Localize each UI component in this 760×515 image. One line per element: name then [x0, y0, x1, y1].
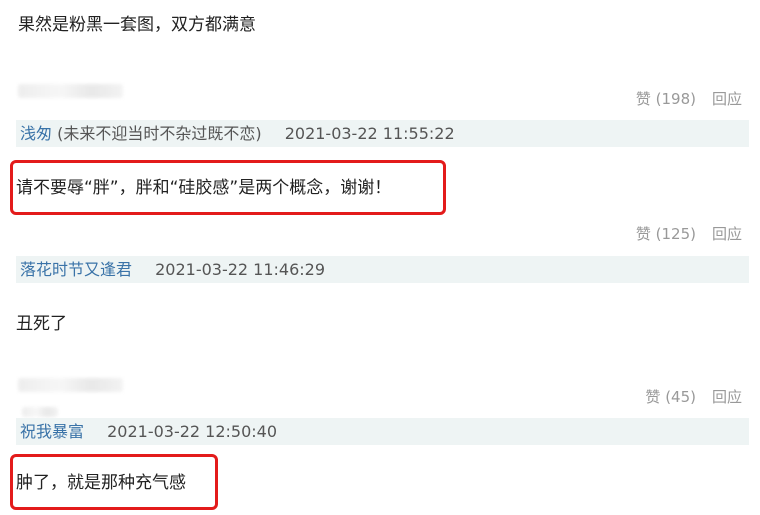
comment-2-timestamp: 2021-03-22 11:46:29 [155, 260, 326, 279]
comment-1-username-suffix: (未来不迎当时不杂过既不恋) [57, 124, 262, 143]
comment-2-user-bar: 落花时节又逢君 2021-03-22 11:46:29 [16, 256, 749, 283]
comment-3-highlight-box [10, 454, 218, 510]
comment-1-username[interactable]: 浅匆 [20, 124, 52, 143]
blurred-username [18, 84, 123, 98]
comment-2-username[interactable]: 落花时节又逢君 [20, 260, 132, 279]
comment-1-timestamp: 2021-03-22 11:55:22 [284, 124, 455, 143]
blurred-avatar [22, 407, 58, 417]
reply-button[interactable]: 回应 [712, 90, 742, 108]
comment-3-username[interactable]: 祝我暴富 [20, 422, 84, 441]
comment-1-highlight-box [10, 160, 446, 215]
comment-3-user-bar: 祝我暴富 2021-03-22 12:50:40 [16, 418, 749, 445]
reply-button[interactable]: 回应 [712, 225, 742, 243]
top-comment-text: 果然是粉黑一套图，双方都满意 [18, 15, 256, 35]
comment-3-timestamp: 2021-03-22 12:50:40 [107, 422, 278, 441]
blurred-username [18, 378, 123, 392]
comment-1-user-bar: 浅匆 (未来不迎当时不杂过既不恋) 2021-03-22 11:55:22 [16, 120, 749, 147]
like-button[interactable]: 赞 (45) [645, 388, 696, 406]
like-button[interactable]: 赞 (198) [636, 90, 696, 108]
comment-3-actions: 赞 (45) 回应 [645, 386, 742, 407]
like-button[interactable]: 赞 (125) [636, 225, 696, 243]
comment-2-content: 丑死了 [16, 314, 67, 334]
reply-button[interactable]: 回应 [712, 388, 742, 406]
comment-2-actions: 赞 (125) 回应 [636, 223, 742, 244]
comment-1-actions: 赞 (198) 回应 [636, 88, 742, 109]
